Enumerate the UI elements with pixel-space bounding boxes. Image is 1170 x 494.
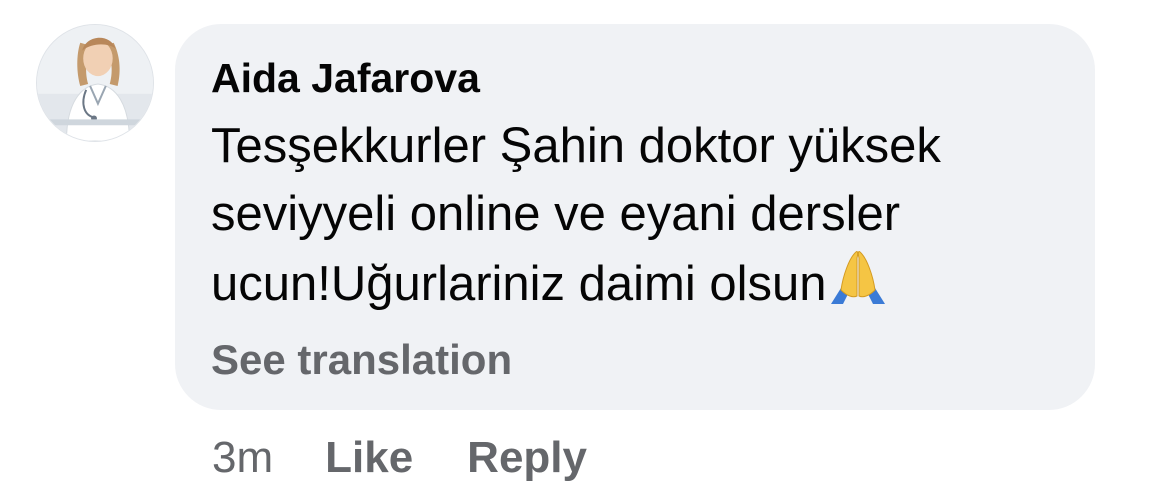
reply-button[interactable]: Reply (467, 433, 587, 483)
avatar[interactable] (36, 24, 154, 142)
like-button[interactable]: Like (325, 433, 413, 483)
avatar-photo (37, 25, 153, 141)
folded-hands-icon (827, 248, 889, 306)
comment-text: Tesşekkurler Şahin doktor yüksek seviyye… (211, 112, 1071, 318)
comment-timestamp[interactable]: 3m (212, 433, 273, 483)
comment-author[interactable]: Aida Jafarova (211, 52, 1059, 104)
see-translation-link[interactable]: See translation (211, 334, 1059, 386)
comment-actions: 3m Like Reply (212, 430, 641, 486)
comment-bubble: Aida Jafarova Tesşekkurler Şahin doktor … (175, 24, 1095, 410)
